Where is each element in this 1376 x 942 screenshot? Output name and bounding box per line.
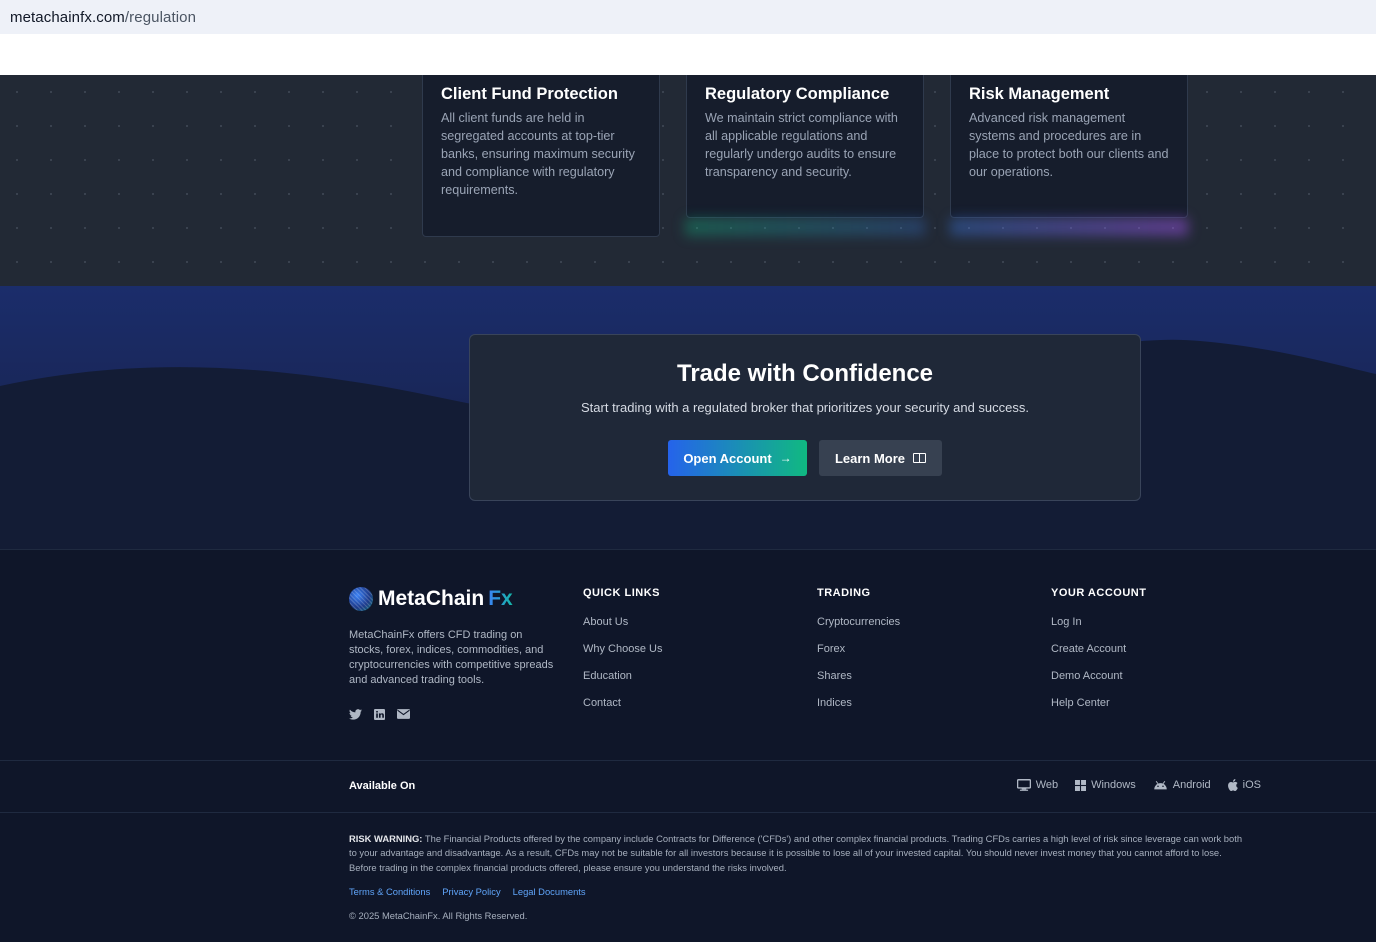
footer-link-log-in[interactable]: Log In: [1051, 615, 1146, 642]
platform-ios[interactable]: iOS: [1227, 779, 1261, 791]
footer-link-forex[interactable]: Forex: [817, 642, 900, 669]
footer-link-contact[interactable]: Contact: [583, 696, 662, 723]
footer-link-about-us[interactable]: About Us: [583, 615, 662, 642]
footer-link-create-account[interactable]: Create Account: [1051, 642, 1146, 669]
learn-more-label: Learn More: [834, 450, 906, 466]
cta-section: Trade with Confidence Start trading with…: [0, 286, 1376, 549]
feature-card-compliance: Regulatory Compliance We maintain strict…: [686, 75, 924, 218]
card-glow: [685, 218, 925, 236]
column-heading: QUICK LINKS: [583, 587, 660, 599]
android-icon: [1153, 780, 1168, 790]
mail-icon[interactable]: [397, 708, 410, 720]
feature-card-risk: Risk Management Advanced risk management…: [950, 75, 1188, 218]
card-glow: [950, 218, 1188, 236]
platform-label: Android: [1172, 779, 1211, 791]
sticky-header-area: [0, 34, 1376, 75]
learn-more-button[interactable]: Learn More: [819, 440, 942, 476]
footer-column-quick-links: QUICK LINKS About Us Why Choose Us Educa…: [583, 587, 662, 723]
apple-icon: [1227, 779, 1238, 791]
open-account-button[interactable]: Open Account →: [668, 440, 807, 476]
arrow-right-icon: →: [779, 451, 792, 465]
url-path: /regulation: [124, 8, 197, 26]
cta-title: Trade with Confidence: [676, 360, 934, 387]
footer: MetaChain Fx MetaChainFx offers CFD tradi…: [0, 550, 1376, 942]
footer-brand[interactable]: MetaChain Fx: [349, 587, 513, 611]
feature-title: Client Fund Protection: [441, 85, 618, 103]
twitter-icon[interactable]: [349, 708, 362, 720]
brand-name: MetaChain: [378, 587, 485, 610]
linkedin-icon[interactable]: [373, 708, 386, 720]
social-links: [349, 708, 410, 720]
risk-warning-label: RISK WARNING:: [349, 833, 423, 844]
footer-link-help-center[interactable]: Help Center: [1051, 696, 1146, 723]
terms-link[interactable]: Terms & Conditions: [349, 886, 430, 897]
cta-card: Trade with Confidence Start trading with…: [469, 334, 1141, 501]
divider: [0, 812, 1376, 813]
privacy-link[interactable]: Privacy Policy: [442, 886, 500, 897]
logo-icon: [349, 587, 373, 611]
footer-link-why-choose-us[interactable]: Why Choose Us: [583, 642, 662, 669]
footer-link-indices[interactable]: Indices: [817, 696, 900, 723]
feature-text: Advanced risk management systems and pro…: [969, 111, 1169, 179]
column-heading: YOUR ACCOUNT: [1051, 587, 1147, 599]
copyright: © 2025 MetaChainFx. All Rights Reserved.: [349, 910, 528, 921]
monitor-icon: [1016, 779, 1031, 791]
open-account-label: Open Account: [683, 450, 772, 466]
divider: [0, 760, 1376, 761]
platform-android[interactable]: Android: [1153, 779, 1211, 791]
platform-web[interactable]: Web: [1016, 779, 1059, 791]
risk-warning: RISK WARNING: The Financial Products off…: [349, 832, 1244, 875]
url-text[interactable]: metachainfx.com/regulation: [10, 9, 196, 26]
footer-link-demo-account[interactable]: Demo Account: [1051, 669, 1146, 696]
features-section: Client Fund Protection All client funds …: [0, 75, 1376, 286]
url-domain: metachainfx.com: [10, 8, 125, 26]
cta-subtitle: Start trading with a regulated broker th…: [581, 400, 1029, 415]
platform-label: Web: [1035, 779, 1059, 791]
footer-link-cryptocurrencies[interactable]: Cryptocurrencies: [817, 615, 900, 642]
feature-title: Risk Management: [969, 85, 1110, 103]
feature-card-fund-protection: Client Fund Protection All client funds …: [422, 75, 660, 237]
footer-column-trading: TRADING Cryptocurrencies Forex Shares In…: [817, 587, 900, 723]
footer-link-shares[interactable]: Shares: [817, 669, 900, 696]
windows-icon: [1075, 779, 1087, 791]
legal-links: Terms & Conditions Privacy Policy Legal …: [349, 886, 586, 897]
footer-column-your-account: YOUR ACCOUNT Log In Create Account Demo …: [1051, 587, 1146, 723]
platform-list: Web Windows Android iOS: [1016, 779, 1261, 791]
book-icon: [913, 453, 927, 463]
legal-documents-link[interactable]: Legal Documents: [513, 886, 586, 897]
feature-text: All client funds are held in segregated …: [441, 111, 635, 197]
platform-label: iOS: [1242, 779, 1261, 791]
brand-suffix: Fx: [488, 587, 513, 610]
platform-label: Windows: [1091, 779, 1136, 791]
feature-text: We maintain strict compliance with all a…: [705, 111, 898, 179]
platform-windows[interactable]: Windows: [1075, 779, 1136, 791]
column-heading: TRADING: [817, 587, 871, 599]
browser-url-bar[interactable]: metachainfx.com/regulation: [0, 0, 1376, 34]
feature-title: Regulatory Compliance: [705, 85, 890, 103]
available-on-label: Available On: [349, 780, 416, 792]
brand-description: MetaChainFx offers CFD trading on stocks…: [349, 629, 554, 686]
risk-warning-text: The Financial Products offered by the co…: [349, 833, 1243, 873]
footer-link-education[interactable]: Education: [583, 669, 662, 696]
